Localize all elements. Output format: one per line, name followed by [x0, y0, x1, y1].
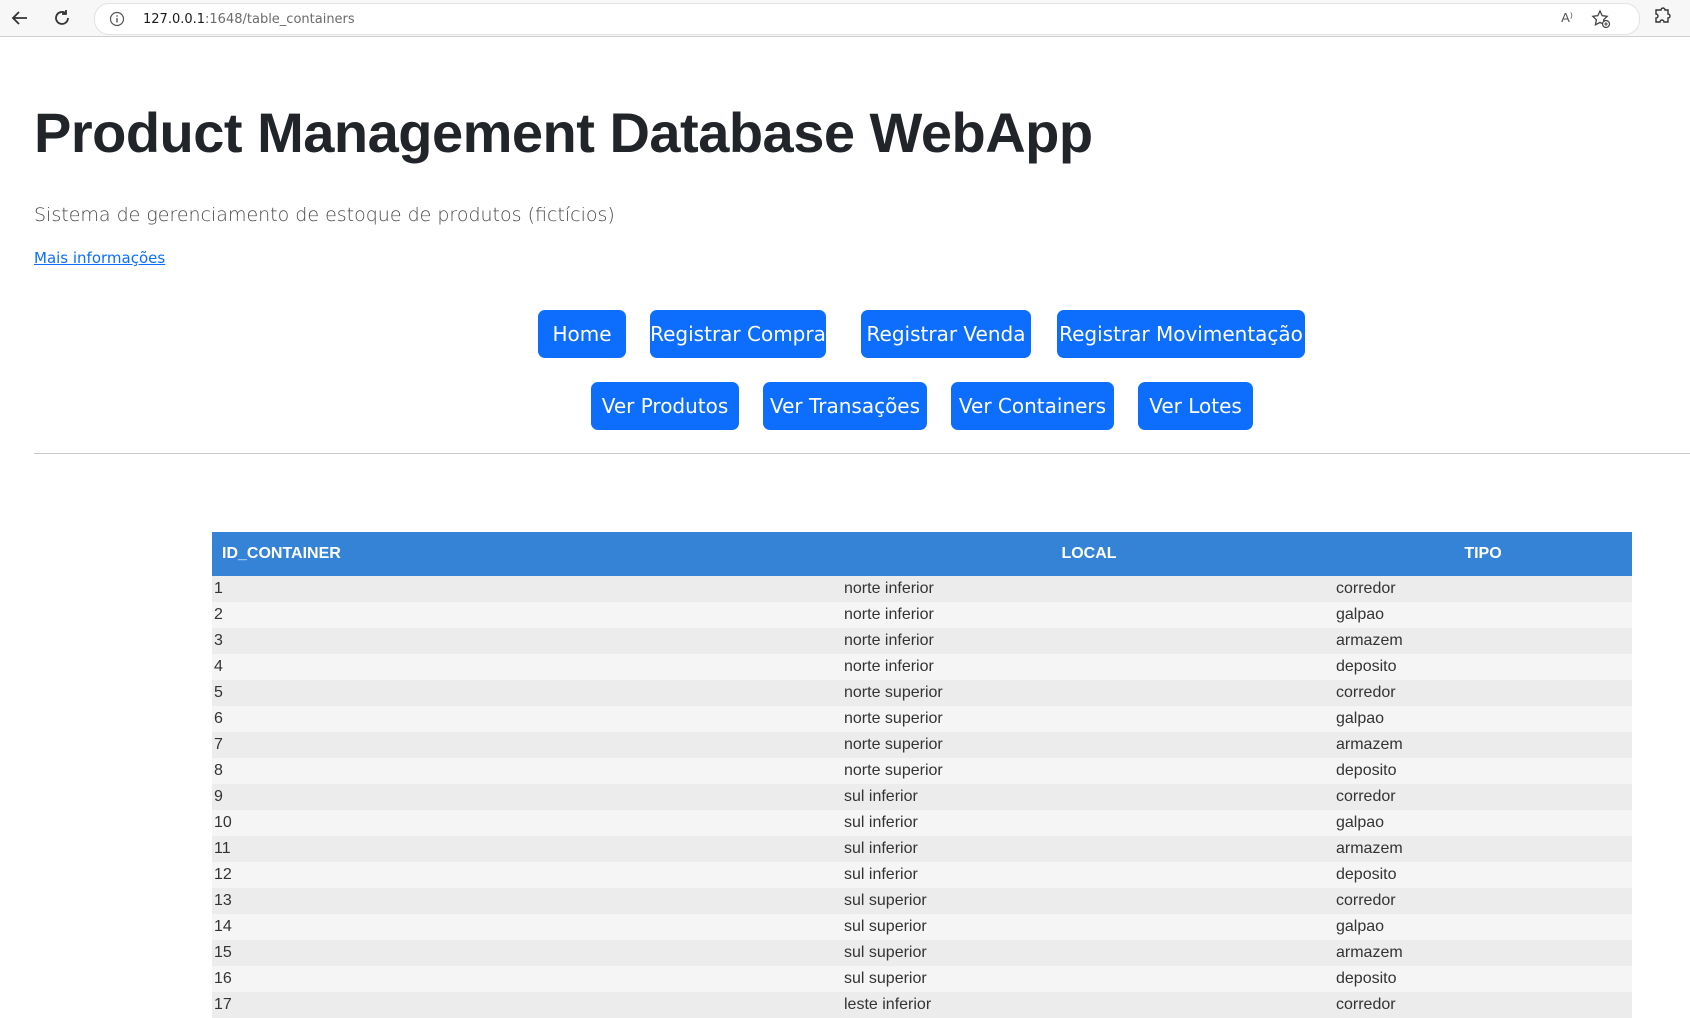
- site-info-icon[interactable]: [109, 11, 125, 32]
- table-row: 15 sul superior armazem: [212, 940, 1632, 966]
- cell-tipo: deposito: [1336, 866, 1397, 883]
- cell-tipo: deposito: [1336, 658, 1397, 675]
- table-row: 3 norte inferior armazem: [212, 628, 1632, 654]
- more-info-link[interactable]: Mais informações: [34, 249, 165, 267]
- cell-local: sul inferior: [844, 814, 918, 831]
- url-path: :1648/table_containers: [205, 12, 355, 27]
- cell-local: norte superior: [844, 736, 943, 753]
- cell-local: sul inferior: [844, 866, 918, 883]
- header-local: LOCAL: [844, 532, 1334, 576]
- header-id-container: ID_CONTAINER: [212, 532, 844, 576]
- cell-local: norte inferior: [844, 658, 934, 675]
- cell-id-container: 8: [214, 762, 223, 779]
- registrar-movimentacao-button[interactable]: Registrar Movimentação: [1057, 310, 1305, 358]
- table-row: 12 sul inferior deposito: [212, 862, 1632, 888]
- cell-tipo: corredor: [1336, 580, 1396, 597]
- cell-local: sul superior: [844, 918, 927, 935]
- cell-local: leste inferior: [844, 996, 932, 1013]
- cell-local: sul superior: [844, 970, 927, 987]
- page-subtitle: Sistema de gerenciamento de estoque de p…: [34, 204, 615, 226]
- cell-id-container: 5: [214, 684, 223, 701]
- cell-id-container: 13: [214, 892, 232, 909]
- table-header-row: ID_CONTAINER LOCAL TIPO: [212, 532, 1632, 576]
- cell-id-container: 2: [214, 606, 223, 623]
- cell-tipo: armazem: [1336, 632, 1403, 649]
- registrar-venda-button[interactable]: Registrar Venda: [861, 310, 1031, 358]
- cell-tipo: deposito: [1336, 762, 1397, 779]
- cell-id-container: 10: [214, 814, 232, 831]
- reload-icon[interactable]: [48, 4, 76, 32]
- table-row: 11 sul inferior armazem: [212, 836, 1632, 862]
- cell-local: norte inferior: [844, 580, 934, 597]
- url-host: 127.0.0.1: [143, 12, 206, 27]
- cell-id-container: 14: [214, 918, 232, 935]
- cell-id-container: 1: [214, 580, 223, 597]
- cell-tipo: galpao: [1336, 814, 1385, 831]
- cell-tipo: armazem: [1336, 736, 1403, 753]
- cell-id-container: 9: [214, 788, 223, 805]
- cell-tipo: armazem: [1336, 840, 1403, 857]
- page-title: Product Management Database WebApp: [34, 101, 1093, 164]
- cell-id-container: 4: [214, 658, 223, 675]
- cell-local: norte inferior: [844, 606, 934, 623]
- table-row: 2 norte inferior galpao: [212, 602, 1632, 628]
- cell-tipo: galpao: [1336, 710, 1385, 727]
- cell-local: sul superior: [844, 944, 927, 961]
- cell-id-container: 6: [214, 710, 223, 727]
- table-row: 17 leste inferior corredor: [212, 992, 1632, 1018]
- cell-tipo: corredor: [1336, 788, 1396, 805]
- home-button[interactable]: Home: [538, 310, 626, 358]
- table-row: 1 norte inferior corredor: [212, 576, 1632, 602]
- table-row: 7 norte superior armazem: [212, 732, 1632, 758]
- favorite-icon[interactable]: [1591, 9, 1611, 34]
- cell-local: sul inferior: [844, 788, 918, 805]
- cell-tipo: galpao: [1336, 918, 1385, 935]
- cell-id-container: 17: [214, 996, 232, 1013]
- cell-local: sul superior: [844, 892, 927, 909]
- cell-local: norte inferior: [844, 632, 934, 649]
- cell-local: norte superior: [844, 684, 943, 701]
- cell-id-container: 12: [214, 866, 232, 883]
- url-text[interactable]: 127.0.0.1:1648/table_containers: [143, 12, 355, 27]
- cell-tipo: armazem: [1336, 944, 1403, 961]
- table-row: 9 sul inferior corredor: [212, 784, 1632, 810]
- table-body: 1 norte inferior corredor 2 norte inferior ga…: [212, 576, 1632, 1018]
- cell-id-container: 15: [214, 944, 232, 961]
- back-icon[interactable]: [6, 4, 34, 32]
- table-row: 5 norte superior corredor: [212, 680, 1632, 706]
- ver-containers-button[interactable]: Ver Containers: [951, 382, 1114, 430]
- table-row: 13 sul superior corredor: [212, 888, 1632, 914]
- cell-tipo: corredor: [1336, 684, 1396, 701]
- ver-lotes-button[interactable]: Ver Lotes: [1138, 382, 1253, 430]
- address-bar[interactable]: 127.0.0.1:1648/table_containers A⁾: [94, 3, 1640, 35]
- registrar-compra-button[interactable]: Registrar Compra: [650, 310, 826, 358]
- cell-local: sul inferior: [844, 840, 918, 857]
- cell-id-container: 7: [214, 736, 223, 753]
- table-row: 16 sul superior deposito: [212, 966, 1632, 992]
- containers-table: ID_CONTAINER LOCAL TIPO 1 norte inferior c…: [212, 532, 1632, 1018]
- read-aloud-icon[interactable]: A⁾: [1561, 10, 1573, 26]
- cell-tipo: galpao: [1336, 606, 1385, 623]
- table-row: 10 sul inferior galpao: [212, 810, 1632, 836]
- cell-tipo: deposito: [1336, 970, 1397, 987]
- cell-local: norte superior: [844, 710, 943, 727]
- cell-tipo: corredor: [1336, 892, 1396, 909]
- cell-tipo: corredor: [1336, 996, 1396, 1013]
- cell-local: norte superior: [844, 762, 943, 779]
- ver-transacoes-button[interactable]: Ver Transações: [763, 382, 927, 430]
- header-tipo: TIPO: [1334, 532, 1632, 576]
- browser-toolbar: 127.0.0.1:1648/table_containers A⁾: [0, 0, 1690, 37]
- table-row: 4 norte inferior deposito: [212, 654, 1632, 680]
- table-row: 8 norte superior deposito: [212, 758, 1632, 784]
- cell-id-container: 3: [214, 632, 223, 649]
- extensions-icon[interactable]: [1652, 6, 1672, 31]
- cell-id-container: 11: [214, 840, 231, 857]
- table-row: 14 sul superior galpao: [212, 914, 1632, 940]
- table-row: 6 norte superior galpao: [212, 706, 1632, 732]
- ver-produtos-button[interactable]: Ver Produtos: [591, 382, 739, 430]
- cell-id-container: 16: [214, 970, 232, 987]
- divider: [34, 453, 1690, 454]
